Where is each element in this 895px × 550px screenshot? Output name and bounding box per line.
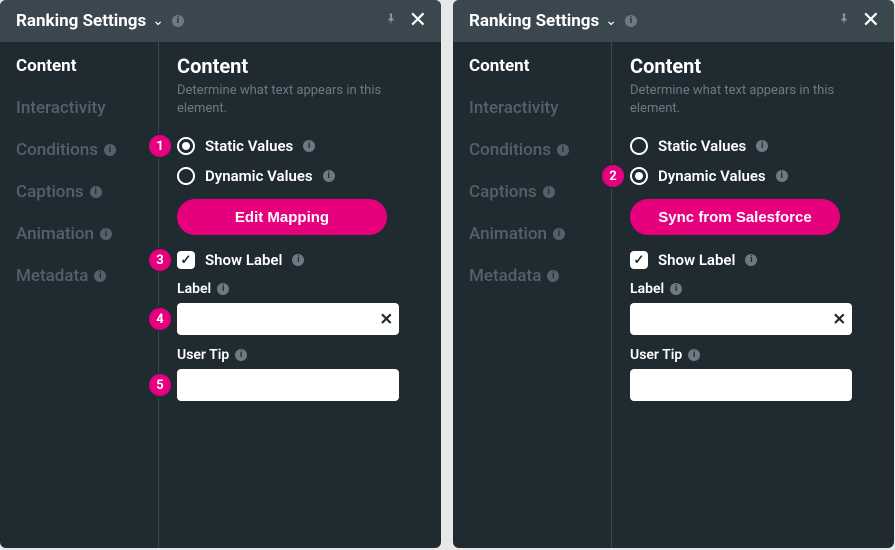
radio-icon	[630, 137, 648, 155]
radio-dynamic-values[interactable]: 2 Dynamic Values i	[630, 167, 874, 185]
sidebar-item-captions[interactable]: Captionsi	[16, 182, 158, 202]
radio-static-values[interactable]: Static Values i	[630, 137, 874, 155]
info-icon: i	[543, 186, 555, 198]
content-heading: Content	[630, 54, 874, 78]
settings-panel: Ranking Settings ⌄ i ✕ Content Interacti…	[453, 0, 894, 548]
close-icon[interactable]: ✕	[858, 10, 884, 32]
checkbox-icon	[177, 251, 195, 269]
titlebar: Ranking Settings ⌄ i ✕	[453, 0, 894, 42]
info-icon: i	[547, 270, 559, 282]
callout-2: 2	[602, 165, 624, 187]
callout-4: 4	[149, 308, 171, 330]
sidebar-item-animation[interactable]: Animationi	[16, 224, 158, 244]
settings-panel: Ranking Settings ⌄ i ✕ Content Interacti…	[0, 0, 441, 548]
info-icon[interactable]: i	[235, 349, 247, 361]
show-label-checkbox[interactable]: Show Label i	[630, 251, 874, 269]
sidebar: Content Interactivity Conditionsi Captio…	[0, 42, 158, 548]
sidebar-item-conditions[interactable]: Conditionsi	[16, 140, 158, 160]
info-icon[interactable]: i	[217, 283, 229, 295]
checkbox-icon	[630, 251, 648, 269]
panel-title: Ranking Settings	[16, 11, 146, 31]
info-icon[interactable]: i	[776, 170, 788, 182]
info-icon[interactable]: i	[303, 140, 315, 152]
content-pane: Content Determine what text appears in t…	[612, 42, 894, 548]
content-description: Determine what text appears in this elem…	[177, 82, 417, 117]
usertip-input[interactable]	[630, 369, 852, 401]
content-pane: Content Determine what text appears in t…	[159, 42, 441, 548]
info-icon: i	[104, 144, 116, 156]
titlebar: Ranking Settings ⌄ i ✕	[0, 0, 441, 42]
info-icon[interactable]: i	[172, 15, 184, 27]
label-field-title: Label i	[177, 281, 421, 297]
sidebar-item-interactivity[interactable]: Interactivity	[469, 98, 611, 118]
content-description: Determine what text appears in this elem…	[630, 82, 870, 117]
sidebar-item-content[interactable]: Content	[469, 56, 611, 76]
info-icon[interactable]: i	[323, 170, 335, 182]
clear-icon[interactable]: ✕	[833, 310, 846, 329]
callout-1: 1	[149, 135, 171, 157]
info-icon[interactable]: i	[670, 283, 682, 295]
callout-5: 5	[149, 374, 171, 396]
radio-icon	[177, 167, 195, 185]
label-input[interactable]	[177, 303, 399, 335]
sidebar-item-metadata[interactable]: Metadatai	[16, 266, 158, 286]
label-field-title: Label i	[630, 281, 874, 297]
sync-salesforce-button[interactable]: Sync from Salesforce	[630, 199, 840, 235]
sidebar-item-conditions[interactable]: Conditionsi	[469, 140, 611, 160]
chevron-down-icon[interactable]: ⌄	[605, 13, 617, 29]
radio-dynamic-values[interactable]: Dynamic Values i	[177, 167, 421, 185]
sidebar-item-captions[interactable]: Captionsi	[469, 182, 611, 202]
pin-icon[interactable]	[383, 11, 399, 31]
info-icon: i	[553, 228, 565, 240]
radio-static-values[interactable]: 1 Static Values i	[177, 137, 421, 155]
radio-icon	[630, 167, 648, 185]
edit-mapping-button[interactable]: Edit Mapping	[177, 199, 387, 235]
info-icon[interactable]: i	[625, 15, 637, 27]
sidebar: Content Interactivity Conditionsi Captio…	[453, 42, 611, 548]
label-input[interactable]	[630, 303, 852, 335]
pin-icon[interactable]	[836, 11, 852, 31]
info-icon[interactable]: i	[745, 254, 757, 266]
close-icon[interactable]: ✕	[405, 10, 431, 32]
clear-icon[interactable]: ✕	[380, 310, 393, 329]
info-icon: i	[100, 228, 112, 240]
usertip-input[interactable]	[177, 369, 399, 401]
sidebar-item-content[interactable]: Content	[16, 56, 158, 76]
usertip-field-title: User Tip i	[177, 347, 421, 363]
info-icon[interactable]: i	[756, 140, 768, 152]
radio-icon	[177, 137, 195, 155]
chevron-down-icon[interactable]: ⌄	[152, 13, 164, 29]
panel-title: Ranking Settings	[469, 11, 599, 31]
sidebar-item-metadata[interactable]: Metadatai	[469, 266, 611, 286]
sidebar-item-interactivity[interactable]: Interactivity	[16, 98, 158, 118]
info-icon[interactable]: i	[688, 349, 700, 361]
usertip-field-title: User Tip i	[630, 347, 874, 363]
info-icon: i	[90, 186, 102, 198]
info-icon: i	[94, 270, 106, 282]
info-icon[interactable]: i	[292, 254, 304, 266]
content-heading: Content	[177, 54, 421, 78]
callout-3: 3	[149, 249, 171, 271]
info-icon: i	[557, 144, 569, 156]
show-label-checkbox[interactable]: 3 Show Label i	[177, 251, 421, 269]
sidebar-item-animation[interactable]: Animationi	[469, 224, 611, 244]
